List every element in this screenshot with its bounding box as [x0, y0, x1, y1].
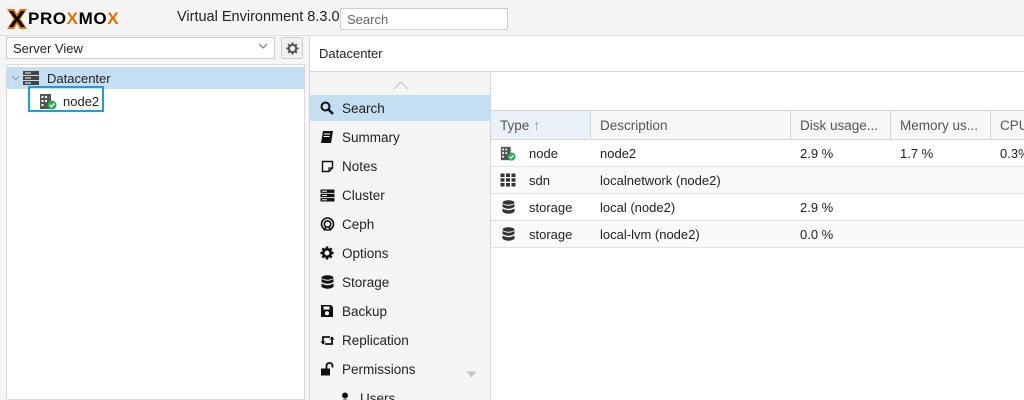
nav-item-label: Search: [342, 100, 385, 116]
nav-item-permissions[interactable]: Permissions: [310, 356, 491, 382]
collapse-caret-icon[interactable]: [466, 366, 477, 381]
nav-item-label: Options: [342, 245, 389, 261]
global-search-input[interactable]: [340, 8, 508, 30]
cell-cpu: [991, 167, 1024, 193]
tree-item-focus-outline: [28, 86, 104, 112]
nav-item-summary[interactable]: Summary: [310, 124, 491, 150]
database-icon: [500, 226, 516, 242]
sdn-grid-icon: [500, 172, 516, 188]
nav-item-options[interactable]: Options: [310, 240, 491, 266]
top-header: PROXMOX Virtual Environment 8.3.0: [0, 0, 1024, 36]
proxmox-x-logo-icon: [7, 9, 27, 29]
nav-item-backup[interactable]: Backup: [310, 298, 491, 324]
nav-item-label: Storage: [342, 274, 390, 290]
logo-text: PROXMOX: [28, 9, 120, 28]
nav-item-storage[interactable]: Storage: [310, 269, 491, 295]
chevron-down-icon: [258, 41, 268, 54]
nav-item-label: Notes: [342, 158, 378, 174]
gear-icon: [319, 245, 335, 261]
page-title: Datacenter: [319, 46, 383, 61]
resource-tree: Datacenter node2: [6, 64, 305, 400]
notes-icon: [319, 158, 335, 174]
nav-item-notes[interactable]: Notes: [310, 153, 491, 179]
nav-item-replication[interactable]: Replication: [310, 327, 491, 353]
product-version: Virtual Environment 8.3.0: [177, 9, 340, 25]
cell-memory: [891, 221, 991, 247]
tree-item-label: Datacenter: [47, 70, 111, 86]
datacenter-nav-menu: Search Summary Notes Cluster Ceph Option…: [309, 72, 491, 400]
sort-ascending-icon: ↑: [533, 117, 541, 133]
tree-settings-button[interactable]: [281, 37, 303, 59]
nav-item-ceph[interactable]: Ceph: [310, 211, 491, 237]
table-row[interactable]: sdn localnetwork (node2): [491, 167, 1024, 194]
retweet-icon: [319, 332, 335, 348]
proxmox-logo: PROXMOX: [6, 7, 119, 31]
gear-icon: [285, 41, 299, 55]
datacenter-icon: [22, 70, 40, 86]
search-results-panel: Type ↑ Description Disk usage... Memory …: [491, 72, 1024, 400]
nav-item-label: Cluster: [342, 187, 385, 203]
column-header-type[interactable]: Type ↑: [491, 111, 591, 139]
nav-item-users[interactable]: Users: [310, 385, 491, 400]
column-header-disk-usage[interactable]: Disk usage...: [791, 111, 891, 139]
nav-item-label: Backup: [342, 303, 388, 319]
column-header-description[interactable]: Description: [591, 111, 791, 139]
nav-scroll-up-button[interactable]: [393, 78, 409, 90]
cell-type: sdn: [491, 167, 591, 193]
cell-description: node2: [600, 145, 637, 161]
cell-cpu: [991, 194, 1024, 220]
floppy-icon: [319, 303, 335, 319]
cell-type: storage: [491, 194, 591, 220]
cell-type: storage: [491, 221, 591, 247]
cell-memory: 1.7 %: [900, 145, 934, 161]
column-header-cpu[interactable]: CPU: [991, 111, 1024, 139]
nav-item-cluster[interactable]: Cluster: [310, 182, 491, 208]
cell-type: node: [491, 140, 591, 166]
table-row[interactable]: node node2 2.9 % 1.7 % 0.3%: [491, 140, 1024, 167]
cell-description: local-lvm (node2): [600, 226, 700, 242]
column-header-memory-usage[interactable]: Memory us...: [891, 111, 991, 139]
nav-item-label: Replication: [342, 332, 409, 348]
nav-item-label: Permissions: [342, 361, 416, 377]
cell-disk: 0.0 %: [800, 226, 834, 242]
database-icon: [319, 274, 335, 290]
grid-header: Type ↑ Description Disk usage... Memory …: [491, 110, 1024, 140]
breadcrumb: Datacenter: [309, 36, 1024, 72]
cell-disk: [791, 167, 891, 193]
nav-item-label: Users: [360, 390, 396, 400]
table-row[interactable]: storage local-lvm (node2) 0.0 %: [491, 221, 1024, 248]
nav-item-label: Summary: [342, 129, 400, 145]
unlock-icon: [319, 361, 335, 377]
cell-description: local (node2): [600, 199, 676, 215]
cell-disk: 2.9 %: [800, 145, 834, 161]
node-online-icon: [500, 145, 516, 161]
nav-item-search[interactable]: Search: [310, 95, 491, 121]
tree-expander-icon[interactable]: [11, 74, 21, 83]
cell-memory: [891, 194, 991, 220]
nav-item-label: Ceph: [342, 216, 375, 232]
cell-cpu: 0.3%: [1000, 145, 1024, 161]
cell-disk: 2.9 %: [800, 199, 834, 215]
chevron-up-icon: [393, 81, 409, 90]
cell-description: localnetwork (node2): [600, 172, 721, 188]
database-icon: [500, 199, 516, 215]
book-icon: [319, 129, 335, 145]
search-icon: [319, 100, 335, 116]
cell-memory: [891, 167, 991, 193]
cell-cpu: [991, 221, 1024, 247]
view-selector-value: Server View: [13, 41, 83, 56]
server-icon: [319, 187, 335, 203]
table-row[interactable]: storage local (node2) 2.9 %: [491, 194, 1024, 221]
user-icon: [337, 390, 353, 400]
view-selector[interactable]: Server View: [6, 37, 275, 59]
ceph-icon: [319, 216, 335, 232]
